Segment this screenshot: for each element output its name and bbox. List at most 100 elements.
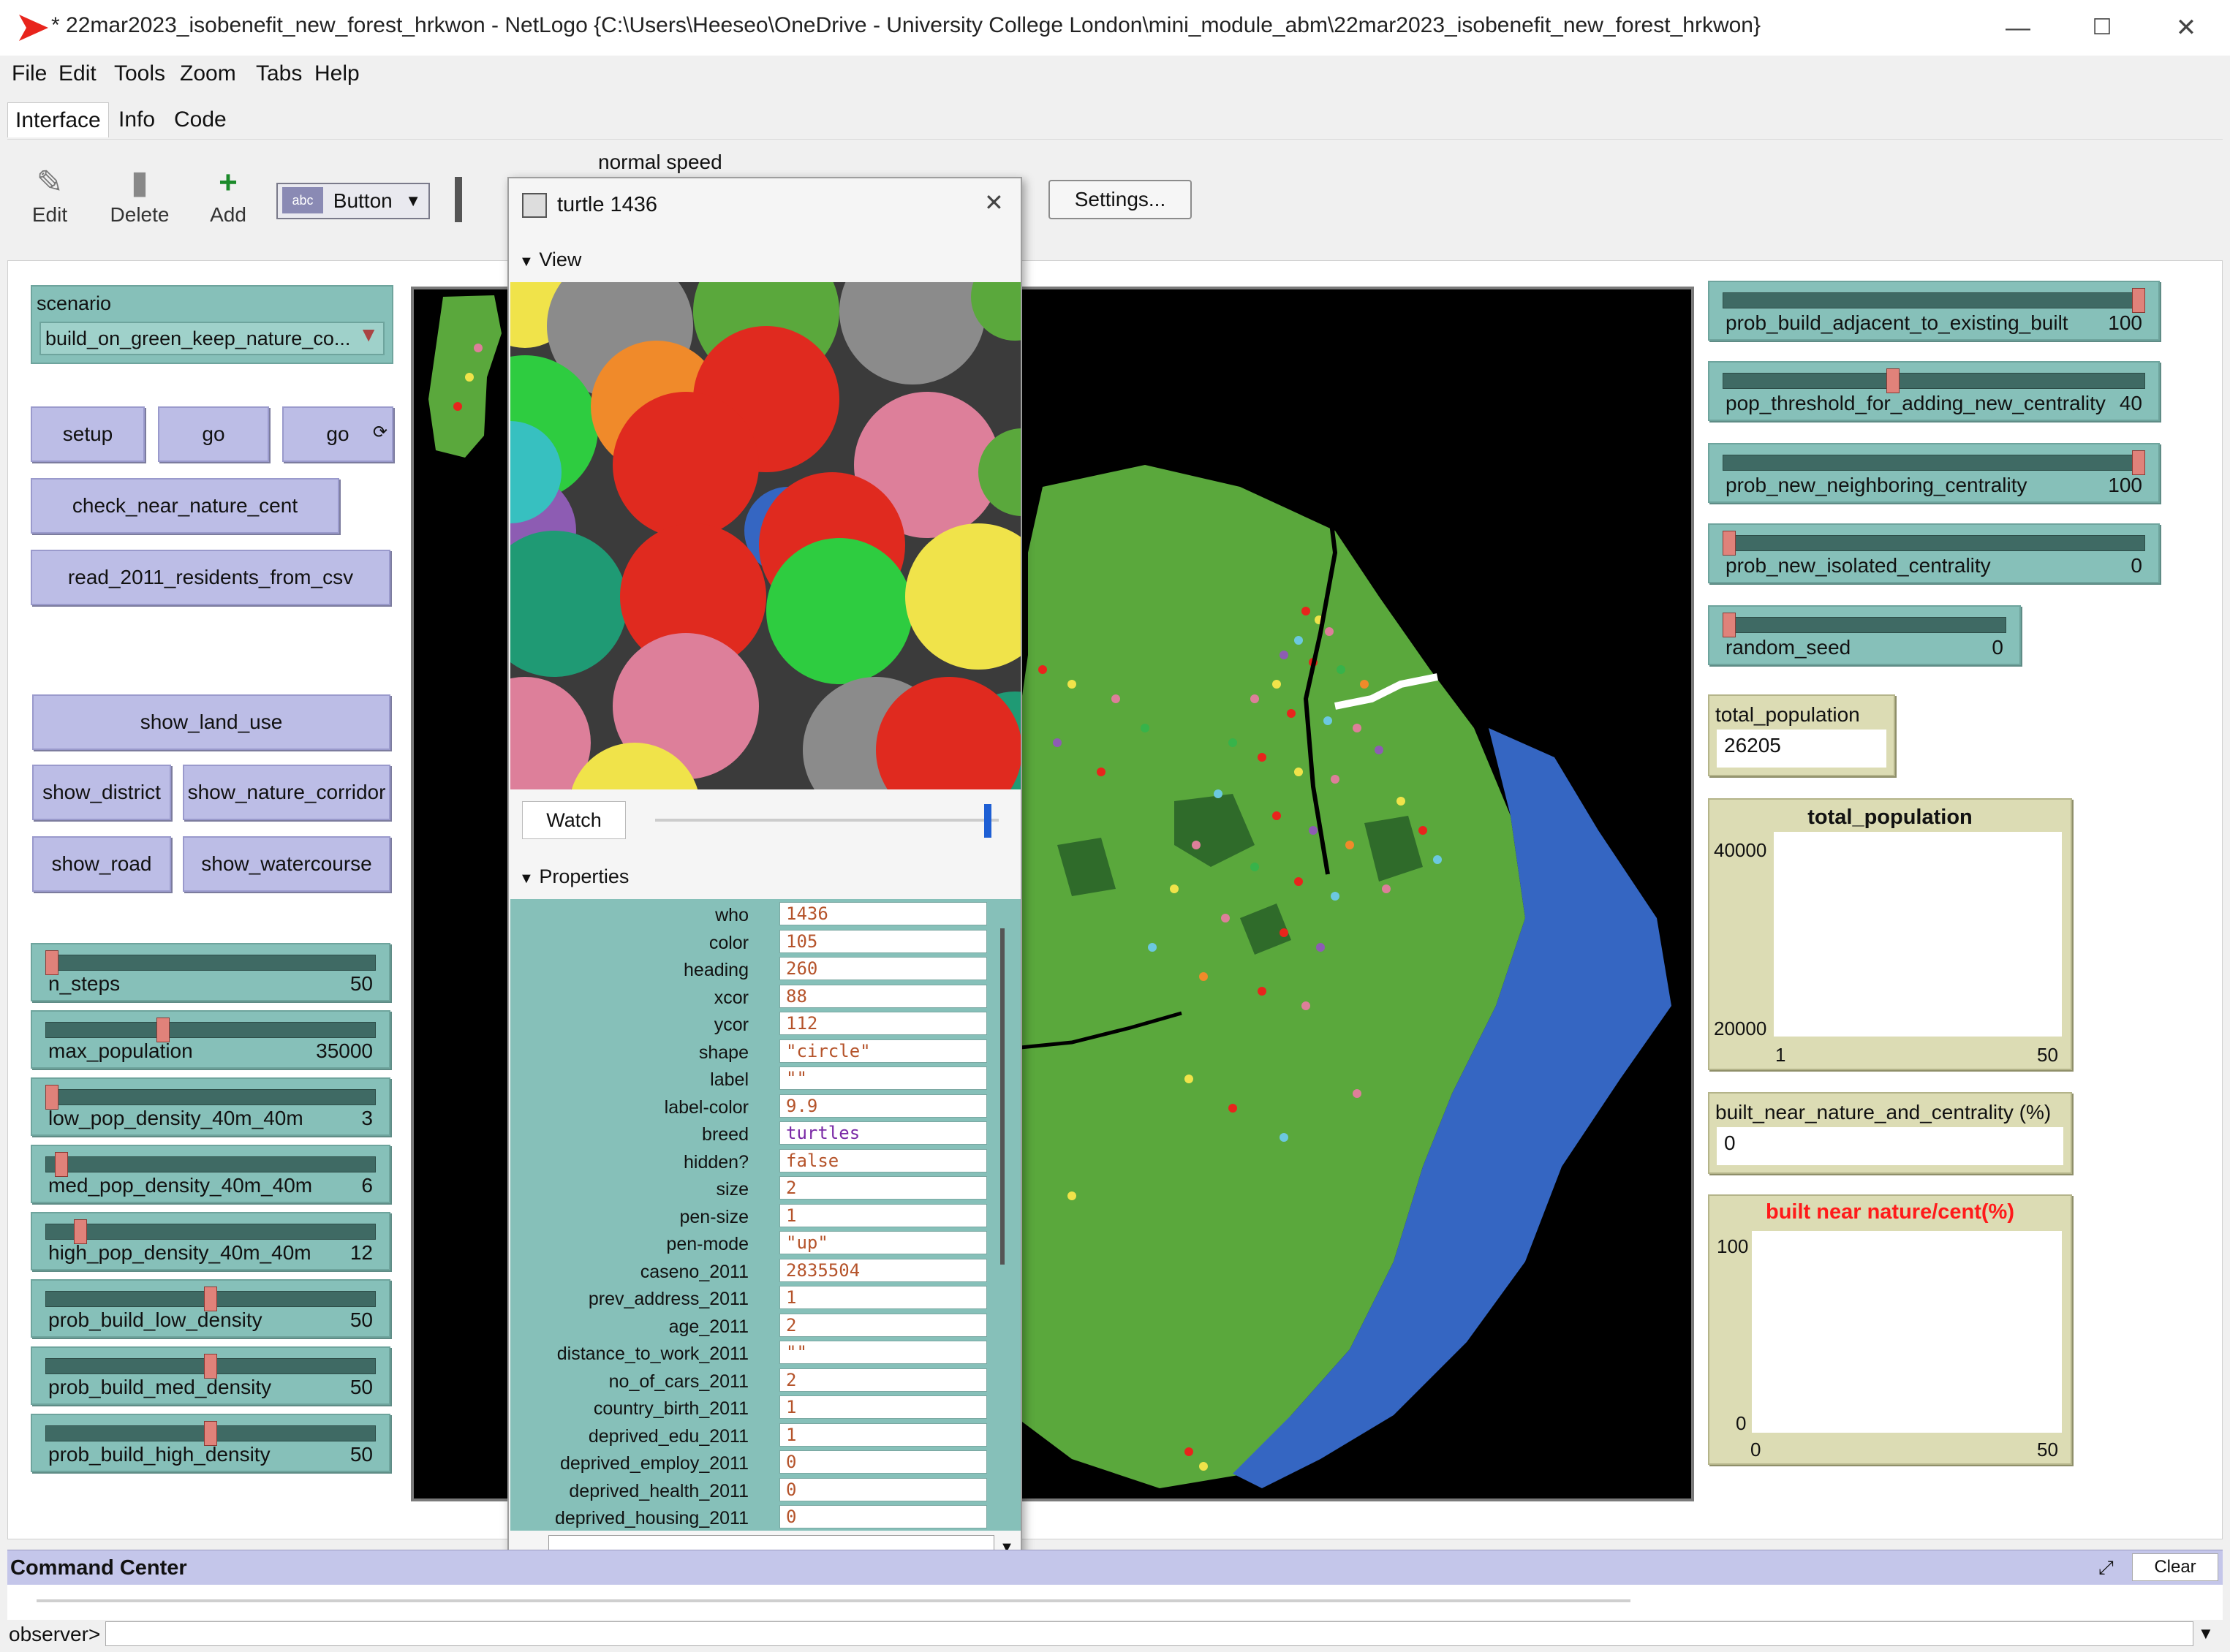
- property-value-field[interactable]: 2: [779, 1313, 987, 1337]
- slider-thumb[interactable]: [2132, 450, 2145, 475]
- slider-track: [45, 1022, 376, 1038]
- inspector-titlebar[interactable]: turtle 1436 ✕: [509, 178, 1021, 234]
- tab-code[interactable]: Code: [167, 102, 234, 137]
- menu-help[interactable]: Help: [314, 61, 360, 86]
- menu-tools[interactable]: Tools: [114, 61, 165, 86]
- menu-zoom[interactable]: Zoom: [180, 61, 236, 86]
- slider-high-pop-density[interactable]: high_pop_density_40m_40m 12: [31, 1212, 390, 1270]
- menu-edit[interactable]: Edit: [58, 61, 97, 86]
- scenario-chooser[interactable]: scenario build_on_green_keep_nature_co..…: [31, 285, 393, 364]
- properties-section-toggle[interactable]: ▼ Properties: [519, 865, 629, 888]
- watch-button[interactable]: Watch: [522, 801, 626, 839]
- property-value-field[interactable]: 0: [779, 1505, 987, 1528]
- slider-max-population[interactable]: max_population 35000: [31, 1010, 390, 1069]
- slider-thumb[interactable]: [2132, 288, 2145, 313]
- slider-thumb[interactable]: [1723, 613, 1736, 637]
- slider-thumb[interactable]: [55, 1152, 69, 1177]
- property-value-field[interactable]: 1436: [779, 902, 987, 925]
- zoom-slider-track[interactable]: [655, 819, 999, 822]
- slider-prob-new-isolated-centrality[interactable]: prob_new_isolated_centrality 0: [1708, 523, 2160, 583]
- minimize-button[interactable]: —: [1996, 10, 2040, 45]
- maximize-button[interactable]: ☐: [2080, 10, 2124, 45]
- chevron-down-icon[interactable]: ▼: [2198, 1624, 2214, 1643]
- tab-info[interactable]: Info: [111, 102, 162, 137]
- command-input[interactable]: [105, 1621, 2193, 1646]
- chevron-down-icon: ▼: [358, 323, 379, 346]
- slider-thumb[interactable]: [74, 1219, 88, 1244]
- slider-prob-build-low-density[interactable]: prob_build_low_density 50: [31, 1279, 390, 1338]
- property-value-field[interactable]: 2: [779, 1176, 987, 1200]
- settings-button[interactable]: Settings...: [1048, 180, 1192, 219]
- property-value-field[interactable]: 105: [779, 929, 987, 953]
- slider-thumb[interactable]: [204, 1287, 217, 1311]
- edit-tool[interactable]: ✎ Edit: [25, 162, 75, 227]
- slider-low-pop-density[interactable]: low_pop_density_40m_40m 3: [31, 1077, 390, 1136]
- add-tool[interactable]: + Add: [205, 162, 252, 227]
- view-section-toggle[interactable]: ▼ View: [519, 249, 581, 271]
- property-value-field[interactable]: 1: [779, 1203, 987, 1227]
- close-window-button[interactable]: ✕: [2164, 10, 2208, 45]
- widget-type-select[interactable]: abc Button ▼: [276, 183, 430, 219]
- properties-scrollbar[interactable]: [1000, 928, 1005, 1265]
- clear-button[interactable]: Clear: [2132, 1553, 2218, 1581]
- close-icon[interactable]: ✕: [984, 189, 1004, 216]
- property-value-field[interactable]: 112: [779, 1012, 987, 1035]
- tab-interface[interactable]: Interface: [7, 102, 109, 137]
- expand-icon[interactable]: ⤢: [2098, 1556, 2114, 1580]
- property-value-field[interactable]: 1: [779, 1286, 987, 1309]
- property-value-field[interactable]: 9.9: [779, 1094, 987, 1118]
- slider-thumb[interactable]: [45, 1085, 58, 1110]
- slider-name: random_seed: [1726, 636, 1851, 659]
- slider-med-pop-density[interactable]: med_pop_density_40m_40m 6: [31, 1145, 390, 1203]
- property-value-field[interactable]: 1: [779, 1422, 987, 1447]
- property-value-field[interactable]: 2: [779, 1368, 987, 1392]
- property-value-field[interactable]: 88: [779, 984, 987, 1008]
- delete-tool[interactable]: ▮ Delete: [107, 162, 173, 227]
- property-value-field[interactable]: 2835504: [779, 1258, 987, 1282]
- slider-prob-build-adjacent[interactable]: prob_build_adjacent_to_existing_built 100: [1708, 281, 2160, 341]
- setup-button[interactable]: setup: [31, 406, 145, 462]
- property-value-field[interactable]: "": [779, 1341, 987, 1364]
- slider-thumb[interactable]: [204, 1421, 217, 1446]
- property-value-field[interactable]: 0: [779, 1477, 987, 1501]
- slider-thumb[interactable]: [156, 1018, 170, 1042]
- slider-random-seed[interactable]: random_seed 0: [1708, 605, 2021, 665]
- slider-value: 0: [2131, 554, 2142, 577]
- slider-prob-build-med-density[interactable]: prob_build_med_density 50: [31, 1346, 390, 1405]
- check-near-nature-cent-button[interactable]: check_near_nature_cent: [31, 478, 339, 534]
- property-value-field[interactable]: "up": [779, 1231, 987, 1254]
- show-district-button[interactable]: show_district: [32, 765, 171, 820]
- slider-name: low_pop_density_40m_40m: [48, 1107, 303, 1129]
- slider-name: med_pop_density_40m_40m: [48, 1174, 313, 1197]
- monitor-value: 0: [1717, 1127, 2063, 1165]
- slider-thumb[interactable]: [204, 1354, 217, 1379]
- property-value-field[interactable]: turtles: [779, 1121, 987, 1145]
- slider-n-steps[interactable]: n_steps 50: [31, 943, 390, 1001]
- property-value-field[interactable]: false: [779, 1148, 987, 1172]
- slider-thumb[interactable]: [45, 950, 58, 975]
- property-value-field[interactable]: 1: [779, 1395, 987, 1419]
- menu-file[interactable]: File: [12, 61, 47, 86]
- show-land-use-button[interactable]: show_land_use: [32, 694, 390, 750]
- slider-pop-threshold[interactable]: pop_threshold_for_adding_new_centrality 4…: [1708, 361, 2160, 421]
- go-forever-button[interactable]: go ⟳: [282, 406, 393, 462]
- slider-track: [1723, 292, 2145, 308]
- property-row: breed turtles: [513, 1121, 1006, 1148]
- show-nature-corridor-button[interactable]: show_nature_corridor: [183, 765, 390, 820]
- show-road-button[interactable]: show_road: [32, 836, 171, 892]
- slider-prob-new-neighboring-centrality[interactable]: prob_new_neighboring_centrality 100: [1708, 443, 2160, 503]
- property-name: breed: [702, 1124, 749, 1145]
- show-watercourse-button[interactable]: show_watercourse: [183, 836, 390, 892]
- zoom-slider-thumb[interactable]: [984, 804, 991, 838]
- property-value-field[interactable]: "circle": [779, 1039, 987, 1063]
- slider-thumb[interactable]: [1886, 368, 1900, 393]
- slider-thumb[interactable]: [1723, 531, 1736, 556]
- property-value-field[interactable]: 260: [779, 957, 987, 980]
- property-value-field[interactable]: 0: [779, 1450, 987, 1474]
- menu-tabs[interactable]: Tabs: [256, 61, 302, 86]
- turtle-inspector-window[interactable]: turtle 1436 ✕ ▼ View Watch ▼ Properties …: [507, 177, 1022, 1566]
- read-csv-button[interactable]: read_2011_residents_from_csv: [31, 550, 390, 605]
- go-once-button[interactable]: go: [158, 406, 269, 462]
- slider-prob-build-high-density[interactable]: prob_build_high_density 50: [31, 1414, 390, 1472]
- property-value-field[interactable]: "": [779, 1066, 987, 1090]
